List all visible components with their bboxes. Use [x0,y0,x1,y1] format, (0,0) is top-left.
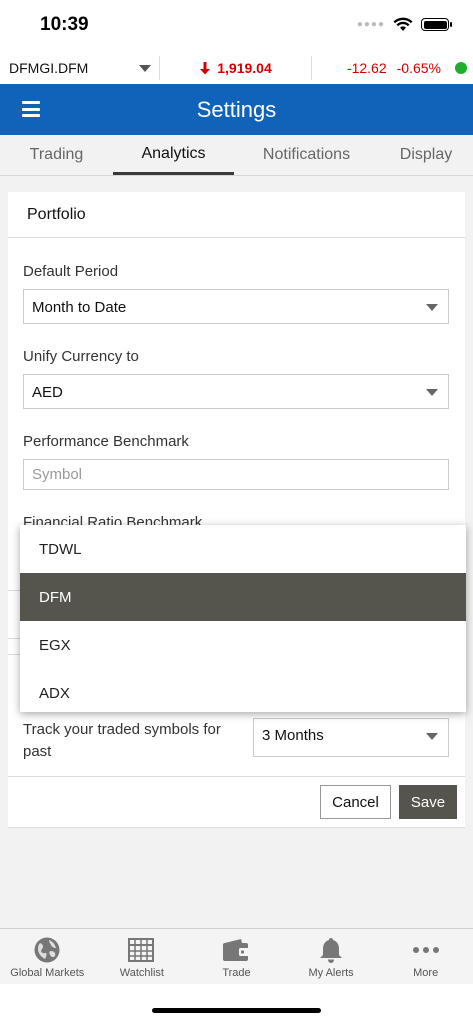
wifi-icon [393,17,413,31]
track-traded-select[interactable]: 3 Months [253,718,449,757]
unify-currency-value: AED [32,384,63,401]
cancel-button[interactable]: Cancel [320,785,391,819]
tab-analytics[interactable]: Analytics [113,135,234,175]
home-indicator[interactable] [152,1008,321,1013]
tab-notifications[interactable]: Notifications [234,135,379,175]
tabbar-label: More [413,967,439,979]
status-time: 10:39 [40,14,89,35]
divider [8,827,465,828]
save-button[interactable]: Save [399,785,457,819]
tabbar-label: Watchlist [119,967,164,979]
dropdown-option-adx[interactable]: ADX [20,669,466,717]
tabbar-item-global-markets[interactable]: Global Markets [0,929,95,984]
exchange-dropdown: TDWL DFM EGX ADX [20,525,466,712]
more-icon [410,935,442,965]
arrow-down-icon [200,61,211,74]
index-change-value: -12.62 [346,60,387,76]
home-bar [0,984,473,1024]
ticker-symbol: DFMGI.DFM [9,60,89,76]
market-ticker: DFMGI.DFM 1,919.04 -12.62 -0.65% [0,52,473,84]
tabbar-item-more[interactable]: More [378,929,473,984]
page-title: Settings [196,96,277,122]
chevron-down-icon [426,304,438,311]
chevron-down-icon [426,733,438,740]
tabbar-item-my-alerts[interactable]: My Alerts [284,929,379,984]
performance-benchmark-input[interactable] [23,459,449,490]
tabbar-label: Global Markets [10,967,85,979]
index-change: -12.62 -0.65% [312,60,473,76]
status-icons: ●●●● [356,17,452,32]
battery-icon [421,18,452,31]
unify-currency-label: Unify Currency to [23,348,139,365]
tabbar-label: My Alerts [308,967,354,979]
index-value-text: 1,919.04 [217,60,272,76]
dropdown-option-tdwl[interactable]: TDWL [20,525,466,573]
track-traded-value: 3 Months [262,727,324,744]
wallet-icon [220,935,252,965]
performance-benchmark-label: Performance Benchmark [23,433,189,450]
tabbar-item-trade[interactable]: Trade [189,929,284,984]
chevron-down-icon [139,64,151,72]
default-period-select[interactable]: Month to Date [23,289,449,324]
settings-tabs: Trading Analytics Notifications Display [0,135,473,176]
globe-icon [31,935,63,965]
index-value: 1,919.04 [160,56,312,80]
watchlist-icon [126,935,158,965]
ticker-symbol-select[interactable]: DFMGI.DFM [0,56,160,80]
default-period-label: Default Period [23,263,119,280]
bottom-tab-bar: Global Markets Watchlist Trade My Alerts… [0,928,473,984]
dropdown-option-dfm[interactable]: DFM [20,573,466,621]
portfolio-card: Portfolio Default Period Month to Date U… [8,192,465,828]
section-title: Portfolio [8,192,465,238]
default-period-value: Month to Date [32,299,127,316]
chevron-down-icon [426,389,438,396]
signal-icon: ●●●● [356,19,385,30]
index-change-percent: -0.65% [396,60,441,76]
bell-icon [315,935,347,965]
unify-currency-select[interactable]: AED [23,374,449,409]
market-status-dot [455,62,467,74]
tab-display[interactable]: Display [379,135,473,175]
app-header: Settings [0,84,473,135]
tabbar-label: Trade [222,967,251,979]
status-bar: 10:39 ●●●● [0,0,473,52]
dropdown-option-egx[interactable]: EGX [20,621,466,669]
tabbar-item-watchlist[interactable]: Watchlist [95,929,190,984]
tab-trading[interactable]: Trading [0,135,113,175]
divider [8,776,465,777]
menu-icon[interactable] [22,101,40,117]
track-traded-label: Track your traded symbols for past [23,721,221,760]
